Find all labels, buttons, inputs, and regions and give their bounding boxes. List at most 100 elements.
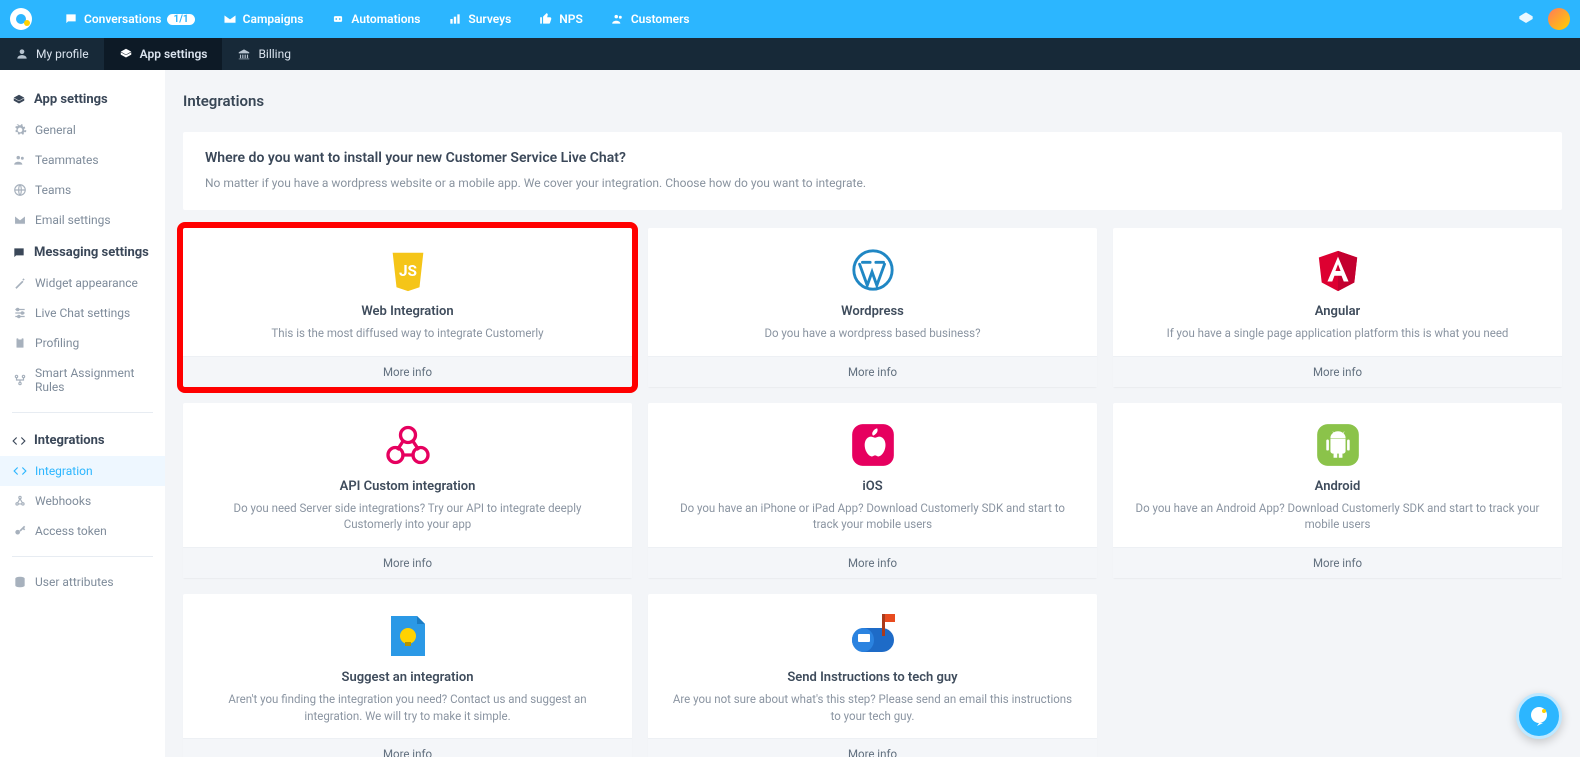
- sidebar-item-smart-assignment[interactable]: Smart Assignment Rules: [0, 358, 165, 402]
- card-body: Android Do you have an Android App? Down…: [1113, 403, 1562, 547]
- gear-icon: [13, 123, 27, 137]
- nav-label: Surveys: [468, 12, 511, 26]
- sidebar-heading-messaging: Messaging settings: [0, 235, 165, 268]
- code-icon: [12, 434, 26, 448]
- card-more-info[interactable]: More info: [648, 356, 1097, 387]
- card-desc: Are you not sure about what's this step?…: [668, 691, 1077, 724]
- page-title: Integrations: [183, 92, 1562, 110]
- sidebar-item-webhooks[interactable]: Webhooks: [0, 486, 165, 516]
- sidebar-item-teammates[interactable]: Teammates: [0, 145, 165, 175]
- sidebar-label: Smart Assignment Rules: [35, 366, 152, 394]
- integration-grid: JS Web Integration This is the most diff…: [183, 228, 1562, 757]
- subnav-my-profile[interactable]: My profile: [0, 38, 104, 70]
- sidebar-item-profiling[interactable]: Profiling: [0, 328, 165, 358]
- users-icon: [611, 12, 625, 26]
- thumbs-up-icon: [539, 12, 553, 26]
- card-body: Suggest an integration Aren't you findin…: [183, 594, 632, 738]
- nav-label: Campaigns: [243, 12, 304, 26]
- sidebar-item-general[interactable]: General: [0, 115, 165, 145]
- subnav-label: My profile: [36, 47, 89, 61]
- main-wrap: App settings General Teammates Teams Ema…: [0, 70, 1580, 757]
- sidebar-label: Widget appearance: [35, 276, 138, 290]
- subnav-app-settings[interactable]: App settings: [104, 38, 223, 70]
- mail-icon: [13, 213, 27, 227]
- card-body: iOS Do you have an iPhone or iPad App? D…: [648, 403, 1097, 547]
- js-icon: JS: [385, 246, 431, 294]
- chat-fab[interactable]: [1516, 693, 1562, 739]
- key-icon: [13, 524, 27, 538]
- chat-bubble-icon: [1527, 704, 1551, 728]
- subnav-label: App settings: [140, 47, 208, 61]
- card-web-integration[interactable]: JS Web Integration This is the most diff…: [183, 228, 632, 387]
- sliders-icon: [13, 306, 27, 320]
- card-desc: Do you have a wordpress based business?: [764, 325, 980, 342]
- apple-icon: [848, 421, 898, 469]
- card-api[interactable]: API Custom integration Do you need Serve…: [183, 403, 632, 578]
- sidebar-heading-app: App settings: [0, 82, 165, 115]
- sidebar-item-teams[interactable]: Teams: [0, 175, 165, 205]
- subnav-label: Billing: [258, 47, 291, 61]
- card-title: Web Integration: [361, 304, 453, 319]
- intro-heading: Where do you want to install your new Cu…: [205, 150, 1540, 166]
- sidebar-heading-label: App settings: [34, 92, 108, 107]
- sidebar-separator: [12, 556, 153, 557]
- card-more-info[interactable]: More info: [183, 547, 632, 578]
- conversations-badge: 1/1: [167, 14, 194, 25]
- sidebar-heading-integrations: Integrations: [0, 423, 165, 456]
- envelope-icon: [223, 12, 237, 26]
- sidebar-item-email[interactable]: Email settings: [0, 205, 165, 235]
- svg-text:JS: JS: [398, 262, 416, 280]
- card-suggest[interactable]: Suggest an integration Aren't you findin…: [183, 594, 632, 757]
- card-more-info[interactable]: More info: [1113, 356, 1562, 387]
- card-more-info[interactable]: More info: [183, 738, 632, 757]
- lightbulb-doc-icon: [387, 612, 429, 660]
- webhook-icon: [13, 494, 27, 508]
- card-more-info[interactable]: More info: [648, 547, 1097, 578]
- app-logo[interactable]: [10, 8, 32, 30]
- card-android[interactable]: Android Do you have an Android App? Down…: [1113, 403, 1562, 578]
- nav-label: Automations: [351, 12, 420, 26]
- card-ios[interactable]: iOS Do you have an iPhone or iPad App? D…: [648, 403, 1097, 578]
- nav-nps[interactable]: NPS: [525, 12, 597, 26]
- card-title: Android: [1315, 479, 1361, 494]
- card-more-info[interactable]: More info: [183, 356, 632, 387]
- card-title: Wordpress: [841, 304, 904, 319]
- sidebar-label: Teammates: [35, 153, 99, 167]
- code-icon: [13, 464, 27, 478]
- wordpress-icon: [850, 246, 896, 294]
- sidebar-item-access-token[interactable]: Access token: [0, 516, 165, 546]
- chat-icon: [12, 246, 26, 260]
- nav-automations[interactable]: Automations: [317, 12, 434, 26]
- card-body: Angular If you have a single page applic…: [1113, 228, 1562, 356]
- nav-campaigns[interactable]: Campaigns: [209, 12, 318, 26]
- nav-conversations[interactable]: Conversations 1/1: [50, 12, 209, 26]
- nav-surveys[interactable]: Surveys: [434, 12, 525, 26]
- sidebar-label: Access token: [35, 524, 107, 538]
- card-more-info[interactable]: More info: [1113, 547, 1562, 578]
- card-send-instructions[interactable]: Send Instructions to tech guy Are you no…: [648, 594, 1097, 757]
- wand-icon: [13, 276, 27, 290]
- users-icon: [13, 153, 27, 167]
- layers-icon[interactable]: [1518, 11, 1534, 27]
- sidebar-item-widget[interactable]: Widget appearance: [0, 268, 165, 298]
- nav-customers[interactable]: Customers: [597, 12, 704, 26]
- card-title: Angular: [1315, 304, 1360, 319]
- nav-label: NPS: [559, 12, 583, 26]
- card-body: API Custom integration Do you need Serve…: [183, 403, 632, 547]
- sidebar-label: Teams: [35, 183, 71, 197]
- card-angular[interactable]: Angular If you have a single page applic…: [1113, 228, 1562, 387]
- nav-label: Customers: [631, 12, 690, 26]
- globe-icon: [13, 183, 27, 197]
- sidebar-item-integration[interactable]: Integration: [0, 456, 165, 486]
- sidebar-heading-label: Messaging settings: [34, 245, 149, 260]
- sidebar-label: Integration: [35, 464, 93, 478]
- user-icon: [15, 47, 29, 61]
- sidebar-item-user-attributes[interactable]: User attributes: [0, 567, 165, 597]
- card-more-info[interactable]: More info: [648, 738, 1097, 757]
- subnav-billing[interactable]: Billing: [222, 38, 306, 70]
- database-icon: [13, 575, 27, 589]
- sidebar-item-livechat[interactable]: Live Chat settings: [0, 298, 165, 328]
- card-wordpress[interactable]: Wordpress Do you have a wordpress based …: [648, 228, 1097, 387]
- user-avatar[interactable]: [1548, 8, 1570, 30]
- card-title: Send Instructions to tech guy: [787, 670, 957, 685]
